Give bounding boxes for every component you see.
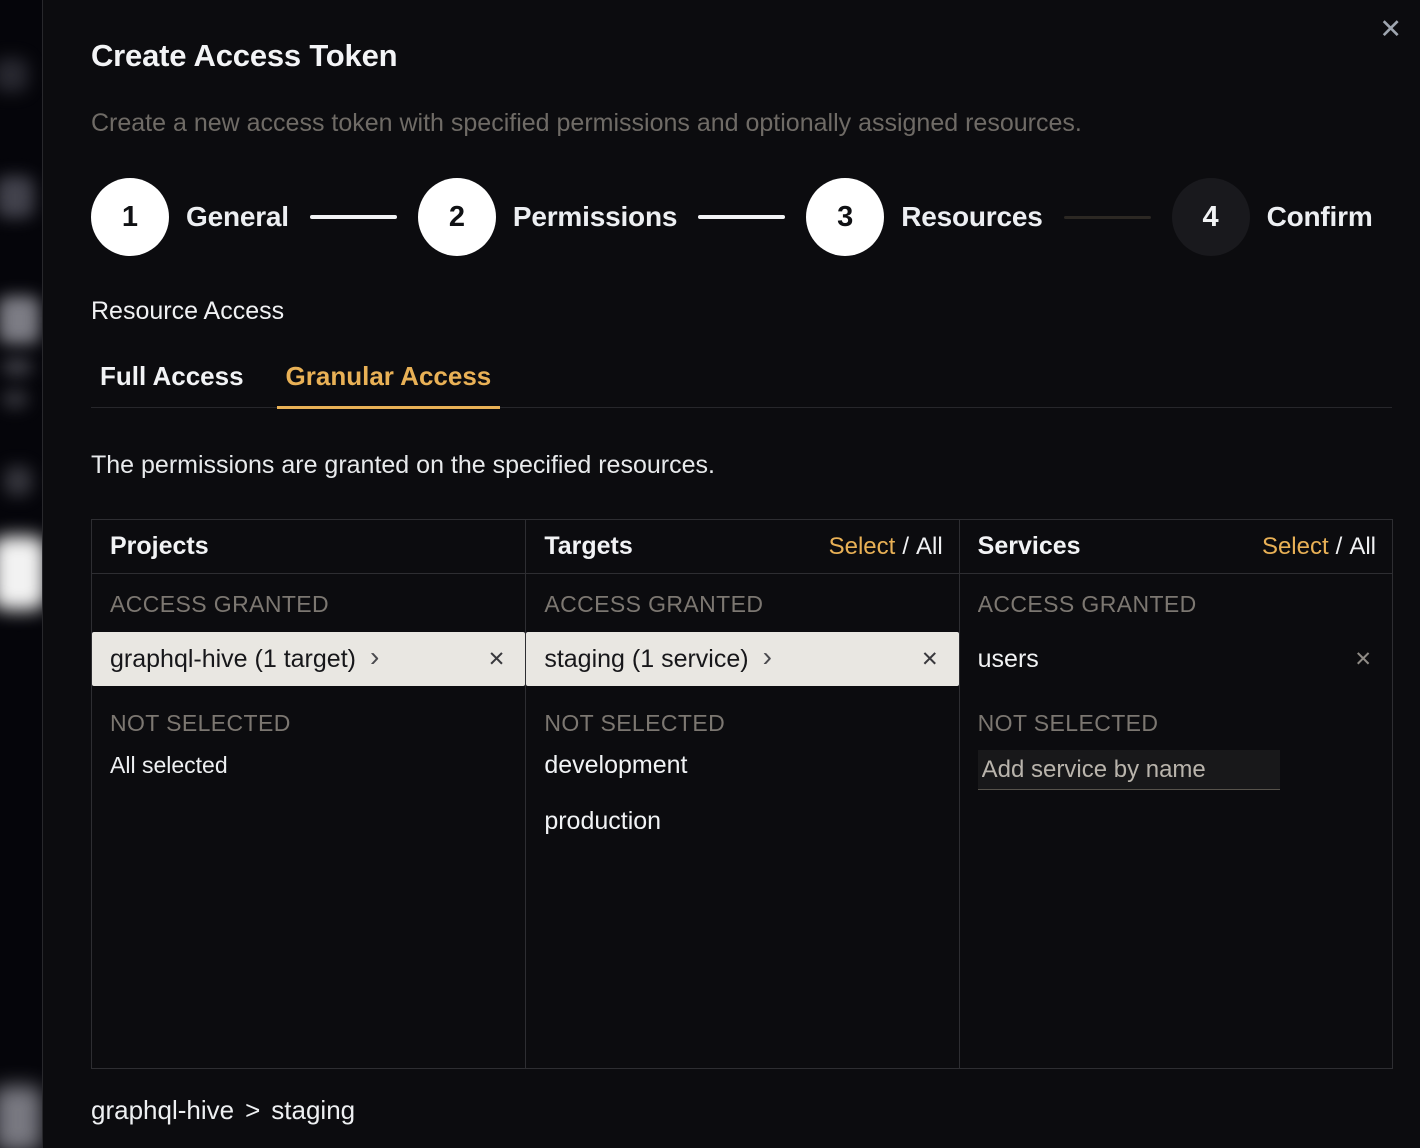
- projects-header-title: Projects: [110, 532, 209, 561]
- services-column-header: Services Select / All: [960, 520, 1392, 574]
- create-access-token-modal: ✕ Create Access Token Create a new acces…: [42, 0, 1420, 1148]
- service-granted-row: users ✕: [960, 632, 1392, 686]
- backdrop-blur-artifact: [4, 466, 32, 496]
- backdrop-blur-artifact: [0, 58, 28, 92]
- backdrop-blur-artifact: [0, 536, 42, 610]
- step-3-label: Resources: [901, 201, 1042, 233]
- services-access-granted-label: ACCESS GRANTED: [978, 591, 1374, 618]
- chevron-right-icon: ›: [370, 643, 379, 671]
- step-general[interactable]: 1 General: [91, 178, 289, 256]
- targets-column: Targets Select / All ACCESS GRANTED stag…: [525, 520, 958, 1068]
- breadcrumb-target: staging: [271, 1095, 355, 1126]
- target-item-production[interactable]: production: [526, 793, 958, 849]
- target-granted-name: staging (1 service): [544, 645, 748, 674]
- step-2-circle: 2: [418, 178, 496, 256]
- selection-breadcrumb: graphql-hive > staging: [91, 1095, 1392, 1126]
- services-column: Services Select / All ACCESS GRANTED use…: [959, 520, 1392, 1068]
- targets-access-granted-label: ACCESS GRANTED: [544, 591, 940, 618]
- services-select-all: Select / All: [1262, 533, 1376, 561]
- target-item-development[interactable]: development: [526, 737, 958, 793]
- projects-column: Projects ACCESS GRANTED graphql-hive (1 …: [92, 520, 525, 1068]
- remove-target-icon[interactable]: ✕: [919, 647, 941, 672]
- step-connector: [1064, 216, 1151, 219]
- granular-access-description: The permissions are granted on the speci…: [91, 450, 1392, 481]
- breadcrumb-project: graphql-hive: [91, 1095, 234, 1126]
- targets-header-title: Targets: [544, 532, 632, 561]
- services-header-title: Services: [978, 532, 1081, 561]
- project-granted-name: graphql-hive (1 target): [110, 645, 356, 674]
- resource-access-heading: Resource Access: [91, 296, 1392, 327]
- targets-column-header: Targets Select / All: [526, 520, 958, 574]
- targets-not-selected-label: NOT SELECTED: [544, 710, 940, 737]
- services-all-link[interactable]: All: [1349, 533, 1376, 561]
- service-granted-name: users: [978, 645, 1039, 674]
- select-all-divider: /: [1336, 533, 1343, 561]
- step-3-circle: 3: [806, 178, 884, 256]
- wizard-stepper: 1 General 2 Permissions 3 Resources 4 Co…: [91, 178, 1392, 256]
- modal-title: Create Access Token: [91, 36, 1392, 75]
- step-1-circle: 1: [91, 178, 169, 256]
- remove-service-icon[interactable]: ✕: [1352, 647, 1374, 672]
- target-granted-row[interactable]: staging (1 service) › ✕: [526, 632, 958, 686]
- step-2-label: Permissions: [513, 201, 677, 233]
- project-granted-row[interactable]: graphql-hive (1 target) › ✕: [92, 632, 525, 686]
- step-permissions[interactable]: 2 Permissions: [418, 178, 677, 256]
- add-service-input[interactable]: [978, 750, 1280, 790]
- close-icon[interactable]: ✕: [1375, 12, 1406, 47]
- remove-project-icon[interactable]: ✕: [486, 647, 508, 672]
- all-selected-note: All selected: [110, 752, 507, 779]
- select-all-divider: /: [902, 533, 909, 561]
- tab-full-access[interactable]: Full Access: [91, 361, 253, 409]
- projects-not-selected-label: NOT SELECTED: [110, 710, 507, 737]
- step-connector: [698, 215, 785, 219]
- backdrop-blur-artifact: [2, 358, 32, 376]
- backdrop-blur-artifact: [0, 176, 34, 218]
- targets-select-all: Select / All: [829, 533, 943, 561]
- breadcrumb-separator: >: [245, 1095, 260, 1126]
- projects-access-granted-label: ACCESS GRANTED: [110, 591, 507, 618]
- services-not-selected-label: NOT SELECTED: [978, 710, 1374, 737]
- step-resources[interactable]: 3 Resources: [806, 178, 1042, 256]
- backdrop-blur-artifact: [2, 390, 28, 408]
- step-confirm[interactable]: 4 Confirm: [1172, 178, 1373, 256]
- resource-selection-table: Projects ACCESS GRANTED graphql-hive (1 …: [91, 519, 1393, 1069]
- step-connector: [310, 215, 397, 219]
- targets-all-link[interactable]: All: [916, 533, 943, 561]
- access-mode-tabs: Full Access Granular Access: [91, 361, 1392, 408]
- backdrop-blur-artifact: [0, 296, 40, 344]
- step-4-circle: 4: [1172, 178, 1250, 256]
- chevron-right-icon: ›: [763, 643, 772, 671]
- step-1-label: General: [186, 201, 289, 233]
- targets-select-link[interactable]: Select: [829, 533, 896, 561]
- tab-granular-access[interactable]: Granular Access: [277, 361, 501, 409]
- modal-subtitle: Create a new access token with specified…: [91, 108, 1392, 139]
- page-backdrop: [0, 0, 42, 1148]
- backdrop-blur-artifact: [0, 1086, 42, 1148]
- services-select-link[interactable]: Select: [1262, 533, 1329, 561]
- step-4-label: Confirm: [1267, 201, 1373, 233]
- projects-column-header: Projects: [92, 520, 525, 574]
